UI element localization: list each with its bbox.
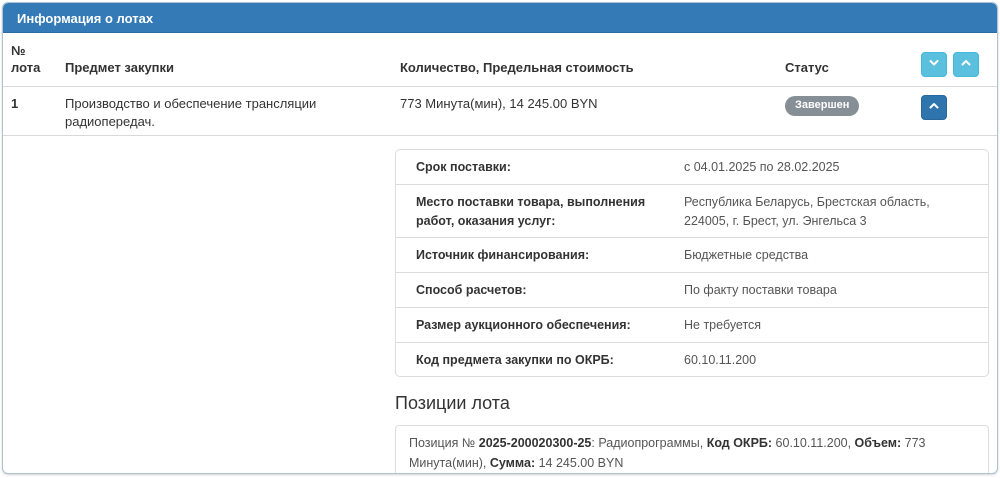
panel-header: Информация о лотах bbox=[3, 3, 997, 33]
detail-label: Срок поставки: bbox=[416, 160, 511, 175]
lot-actions bbox=[921, 95, 989, 120]
chevron-up-icon bbox=[928, 100, 940, 115]
lot-details-table: Срок поставки: с 04.01.2025 по 28.02.202… bbox=[395, 149, 989, 378]
sort-ascending-button[interactable] bbox=[953, 52, 979, 77]
lot-quantity-cost: 773 Минута(мин), 14 245.00 BYN bbox=[400, 96, 598, 111]
detail-value: Республика Беларусь, Брестская область, … bbox=[684, 194, 930, 228]
position-number: 2025-200020300-25 bbox=[478, 436, 592, 451]
panel-title: Информация о лотах bbox=[17, 11, 154, 26]
detail-value: Бюджетные средства bbox=[684, 248, 809, 263]
sort-buttons bbox=[921, 52, 989, 77]
column-header-status: Статус bbox=[785, 60, 829, 76]
detail-label: Способ расчетов: bbox=[416, 283, 527, 298]
status-badge: Завершен bbox=[785, 96, 860, 116]
detail-value: 60.10.11.200 bbox=[684, 352, 757, 367]
position-text-segment: : Радиопрограммы, bbox=[591, 436, 707, 451]
position-sum-label: Сумма: bbox=[489, 455, 536, 470]
detail-row-okrb-code: Код предмета закупки по ОКРБ: 60.10.11.2… bbox=[396, 343, 988, 377]
position-text-segment: Позиция № bbox=[409, 436, 479, 451]
lot-number: 1 bbox=[11, 96, 19, 111]
detail-label: Код предмета закупки по ОКРБ: bbox=[416, 352, 614, 367]
column-header-subject: Предмет закупки bbox=[65, 60, 175, 76]
chevron-down-icon bbox=[928, 57, 940, 72]
detail-label: Размер аукционного обеспечения: bbox=[416, 317, 631, 332]
chevron-up-icon bbox=[960, 57, 972, 72]
collapse-lot-button[interactable] bbox=[921, 95, 947, 120]
position-okrb-label: Код ОКРБ: bbox=[706, 436, 773, 451]
column-header-quantity: Количество, Предельная стоимость bbox=[400, 60, 634, 76]
position-item: Позиция № 2025-200020300-25: Радиопрогра… bbox=[395, 425, 989, 473]
detail-value: По факту поставки товара bbox=[684, 283, 837, 298]
detail-label: Источник финансирования: bbox=[416, 248, 590, 263]
detail-label: Место поставки товара, выполнения работ,… bbox=[416, 194, 646, 228]
position-text-segment: 60.10.11.200, bbox=[772, 436, 855, 451]
position-text-segment: 14 245.00 BYN bbox=[535, 455, 624, 470]
lots-panel: Информация о лотах № лота Предмет закупк… bbox=[2, 2, 998, 474]
lot-status-cell: Завершен bbox=[785, 95, 921, 116]
detail-value: с 04.01.2025 по 28.02.2025 bbox=[684, 160, 840, 175]
detail-row-delivery-place: Место поставки товара, выполнения работ,… bbox=[396, 185, 988, 239]
detail-row-financing-source: Источник финансирования: Бюджетные средс… bbox=[396, 238, 988, 274]
sort-descending-button[interactable] bbox=[921, 52, 947, 77]
detail-row-payment-method: Способ расчетов: По факту поставки товар… bbox=[396, 273, 988, 308]
lots-table-header: № лота Предмет закупки Количество, Преде… bbox=[3, 33, 997, 87]
lot-details-section: Срок поставки: с 04.01.2025 по 28.02.202… bbox=[3, 136, 997, 473]
lot-subject: Производство и обеспечение трансляции ра… bbox=[65, 96, 317, 129]
detail-row-delivery-term: Срок поставки: с 04.01.2025 по 28.02.202… bbox=[396, 150, 988, 185]
detail-value: Не требуется bbox=[684, 317, 762, 332]
column-header-lot-number: № лота bbox=[11, 42, 41, 76]
position-volume-label: Объем: bbox=[854, 436, 902, 451]
detail-row-auction-security: Размер аукционного обеспечения: Не требу… bbox=[396, 308, 988, 343]
lot-row: 1 Производство и обеспечение трансляции … bbox=[3, 87, 997, 137]
positions-title: Позиции лота bbox=[395, 393, 510, 414]
